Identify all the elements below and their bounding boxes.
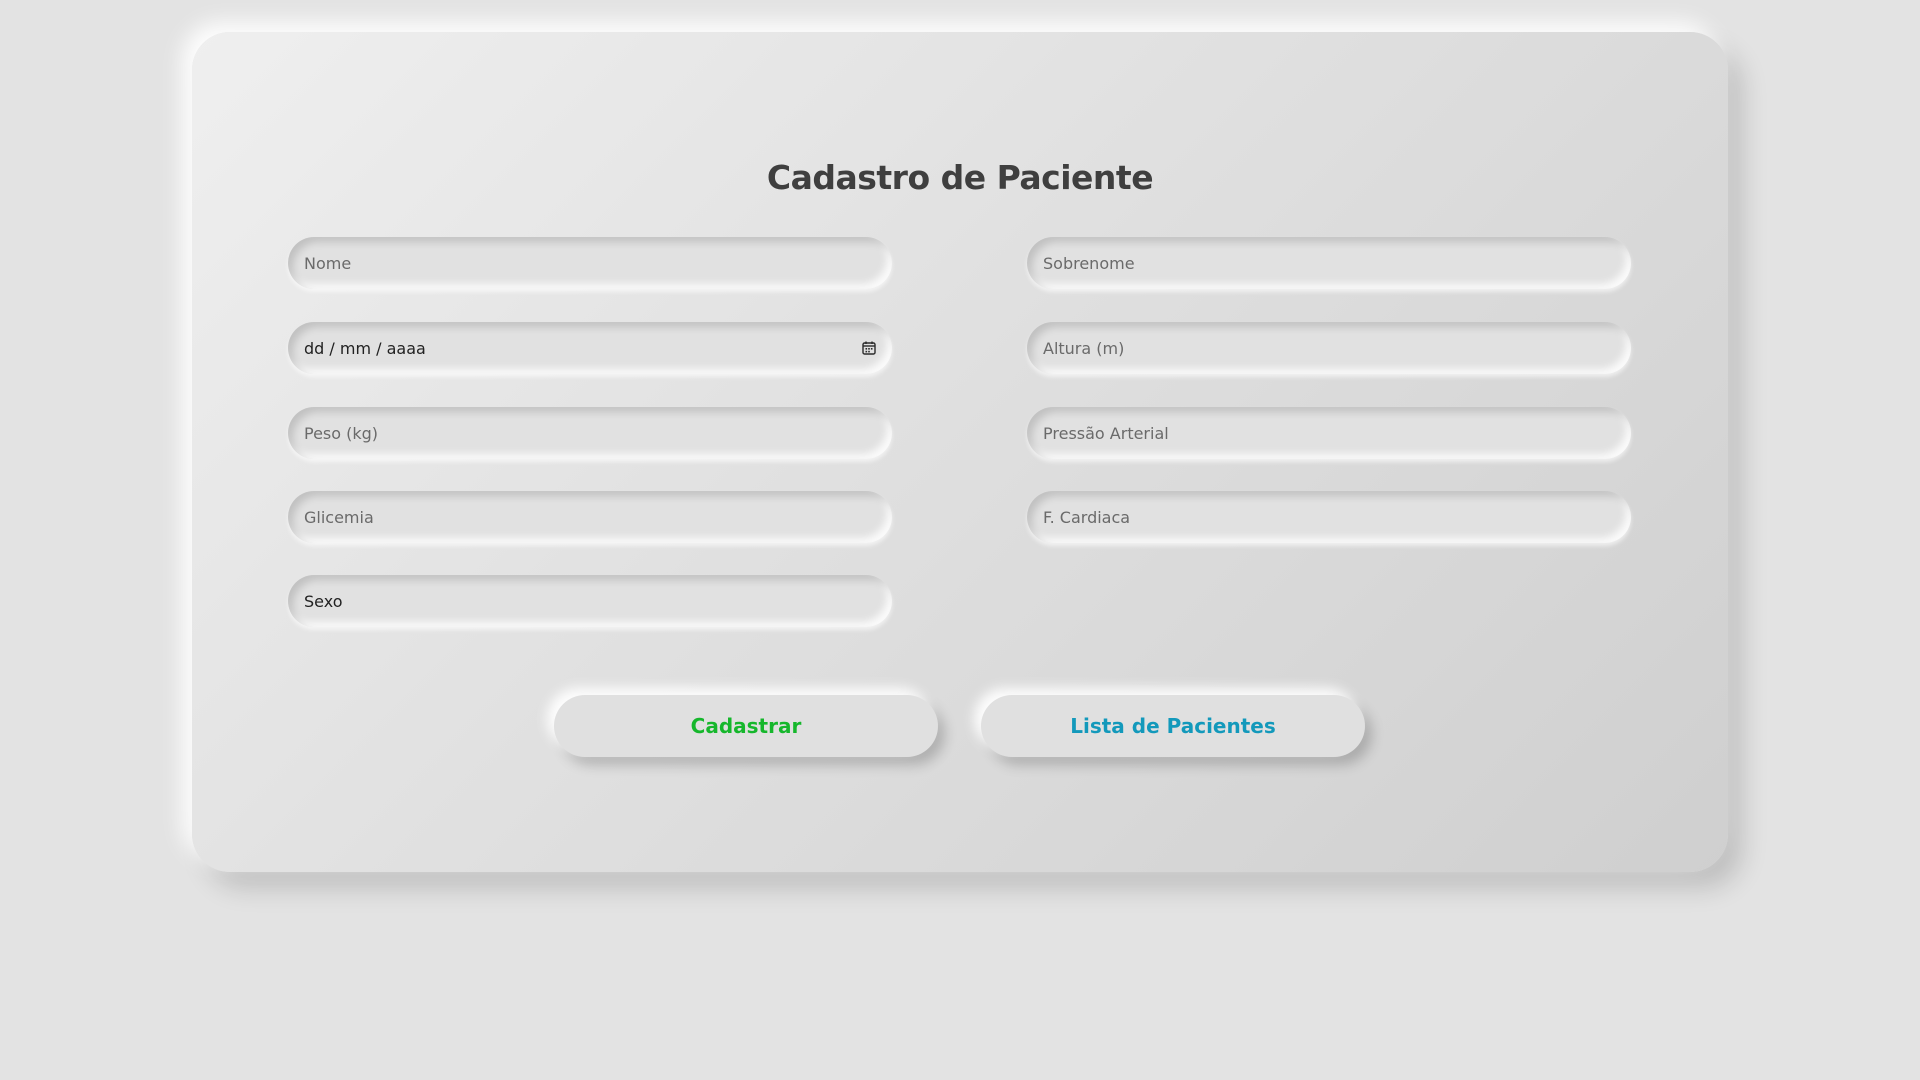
data-nascimento-value: dd / mm / aaaa xyxy=(304,338,426,358)
altura-placeholder: Altura (m) xyxy=(1043,338,1125,358)
data-nascimento-input[interactable]: dd / mm / aaaa xyxy=(288,322,892,374)
sexo-value: Sexo xyxy=(304,591,343,611)
page-title: Cadastro de Paciente xyxy=(766,158,1154,197)
glicemia-input[interactable]: Glicemia xyxy=(288,491,892,543)
sobrenome-input[interactable]: Sobrenome xyxy=(1027,237,1631,289)
frequencia-placeholder: F. Cardiaca xyxy=(1043,507,1131,527)
nome-input[interactable]: Nome xyxy=(288,237,892,289)
calendar-icon[interactable] xyxy=(862,341,876,355)
altura-input[interactable]: Altura (m) xyxy=(1027,322,1631,374)
nome-placeholder: Nome xyxy=(304,253,352,273)
cadastrar-button[interactable]: Cadastrar xyxy=(554,695,938,757)
peso-input[interactable]: Peso (kg) xyxy=(288,407,892,459)
glicemia-placeholder: Glicemia xyxy=(304,507,374,527)
pressao-placeholder: Pressão Arterial xyxy=(1043,423,1169,443)
pressao-arterial-input[interactable]: Pressão Arterial xyxy=(1027,407,1631,459)
sobrenome-placeholder: Sobrenome xyxy=(1043,253,1135,273)
peso-placeholder: Peso (kg) xyxy=(304,423,379,443)
frequencia-cardiaca-input[interactable]: F. Cardiaca xyxy=(1027,491,1631,543)
lista-pacientes-button[interactable]: Lista de Pacientes xyxy=(981,695,1365,757)
registration-card: Cadastro de Paciente Nome Sobrenome dd /… xyxy=(192,32,1728,872)
sexo-select[interactable]: Sexo xyxy=(288,575,892,627)
